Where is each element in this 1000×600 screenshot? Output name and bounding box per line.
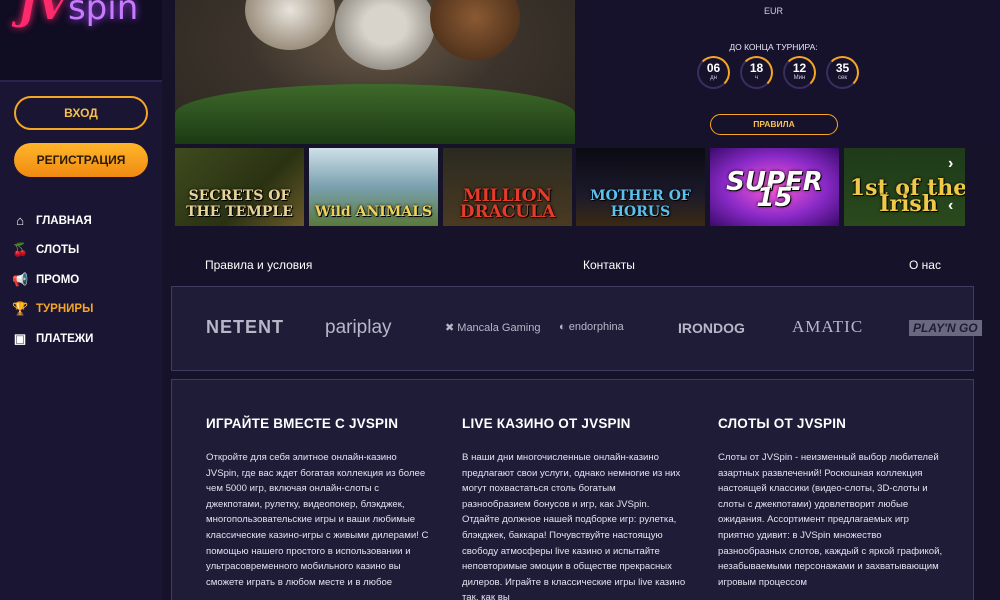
info-column: ИГРАЙТЕ ВМЕСТЕ С JVSPIN Откройте для себ… <box>206 416 431 590</box>
sidebar-item-label: ТУРНИРЫ <box>36 303 94 316</box>
link-terms[interactable]: Правила и условия <box>205 258 312 272</box>
provider-logo[interactable]: ◐ endorphina <box>559 321 624 333</box>
provider-logo[interactable]: pariplay <box>325 317 392 339</box>
game-tile[interactable]: SUPER 15 <box>710 148 839 226</box>
link-contacts[interactable]: Контакты <box>583 258 635 272</box>
sidebar-item-label: ГЛАВНАЯ <box>36 214 92 227</box>
info-column: LIVE КАЗИНО ОТ JVSPIN В наши дни многочи… <box>462 416 687 600</box>
prize-currency: EUR <box>763 6 783 16</box>
wolf-image <box>335 0 435 70</box>
provider-logo[interactable]: AMATIC <box>792 317 863 337</box>
sidebar: JVspin ВХОД РЕГИСТРАЦИЯ ⌂ ГЛАВНАЯ 🍒 СЛОТ… <box>0 0 162 600</box>
tournament-rules-button[interactable]: ПРАВИЛА <box>710 114 838 135</box>
game-tile[interactable]: SECRETS OF THE TEMPLE <box>175 148 304 226</box>
endorphina-icon: ◐ <box>559 321 569 333</box>
promo-banner[interactable] <box>175 0 575 144</box>
timer-hours: 18 ч <box>740 56 773 89</box>
carousel-prev-icon[interactable]: ‹ <box>948 197 953 215</box>
tournament-panel: EUR ДО КОНЦА ТУРНИРА: 06 дн 18 ч 12 Мин … <box>587 0 1000 144</box>
home-icon: ⌂ <box>16 213 24 229</box>
timer-days: 06 дн <box>697 56 730 89</box>
wallet-icon: ▣ <box>13 330 27 346</box>
mancala-icon: ✖ <box>445 322 458 334</box>
grass-image <box>175 84 575 144</box>
sidebar-item-label: ПРОМО <box>36 273 80 286</box>
logo[interactable]: JVspin <box>0 0 162 82</box>
info-section: ИГРАЙТЕ ВМЕСТЕ С JVSPIN Откройте для себ… <box>171 379 974 600</box>
register-button[interactable]: РЕГИСТРАЦИЯ <box>14 143 148 177</box>
bear-image <box>430 0 520 60</box>
providers-strip: NETENT pariplay ✖ Mancala Gaming ◐ endor… <box>171 286 982 371</box>
timer-seconds: 35 сек <box>826 56 859 89</box>
sidebar-item-tournaments[interactable]: 🏆 ТУРНИРЫ <box>12 295 162 325</box>
eagle-image <box>245 0 335 50</box>
info-text: В наши дни многочисленные онлайн-казино … <box>462 452 686 600</box>
countdown-timer: 06 дн 18 ч 12 Мин 35 сек <box>697 56 859 89</box>
provider-logo[interactable]: ✖ Mancala Gaming <box>445 321 540 334</box>
info-text: Слоты от JVSpin - неизменный выбор любит… <box>718 452 943 588</box>
game-tile[interactable]: 1st of the Irish <box>844 148 965 226</box>
trophy-icon: 🏆 <box>12 301 29 317</box>
info-column: СЛОТЫ ОТ JVSPIN Слоты от JVSpin - неизме… <box>718 416 943 590</box>
timer-minutes: 12 Мин <box>783 56 816 89</box>
countdown-label: ДО КОНЦА ТУРНИРА: <box>729 42 818 52</box>
game-tile[interactable]: MOTHER OF HORUS <box>576 148 705 226</box>
info-text: Откройте для себя элитное онлайн-казино … <box>206 452 429 588</box>
login-button[interactable]: ВХОД <box>14 96 148 130</box>
provider-logo[interactable]: NETENT <box>206 317 284 338</box>
sidebar-item-slots[interactable]: 🍒 СЛОТЫ <box>12 236 162 266</box>
logo-spin: spin <box>67 0 139 28</box>
info-heading: LIVE КАЗИНО ОТ JVSPIN <box>462 416 631 431</box>
sidebar-item-label: ПЛАТЕЖИ <box>36 332 94 345</box>
game-tile[interactable]: MILLION DRACULA <box>443 148 572 226</box>
link-about[interactable]: О нас <box>909 258 941 272</box>
sidebar-item-promo[interactable]: 📢 ПРОМО <box>12 265 162 295</box>
sidebar-item-payments[interactable]: ▣ ПЛАТЕЖИ <box>12 324 162 354</box>
games-carousel: SECRETS OF THE TEMPLE Wild ANIMALS MILLI… <box>175 148 965 226</box>
cherries-icon: 🍒 <box>12 242 29 258</box>
sidebar-item-home[interactable]: ⌂ ГЛАВНАЯ <box>12 206 162 236</box>
game-tile[interactable]: Wild ANIMALS <box>309 148 438 226</box>
provider-logo[interactable]: IRONDOG <box>678 320 745 336</box>
info-heading: СЛОТЫ ОТ JVSPIN <box>718 416 847 431</box>
logo-jv: JV <box>18 0 68 29</box>
provider-logo[interactable]: PLAY'N GO <box>909 320 982 336</box>
carousel-next-icon[interactable]: › <box>948 155 953 173</box>
info-heading: ИГРАЙТЕ ВМЕСТЕ С JVSPIN <box>206 416 399 431</box>
main-nav: ⌂ ГЛАВНАЯ 🍒 СЛОТЫ 📢 ПРОМО 🏆 ТУРНИРЫ ▣ ПЛ… <box>12 206 162 354</box>
sidebar-item-label: СЛОТЫ <box>36 244 80 257</box>
megaphone-icon: 📢 <box>12 271 29 287</box>
